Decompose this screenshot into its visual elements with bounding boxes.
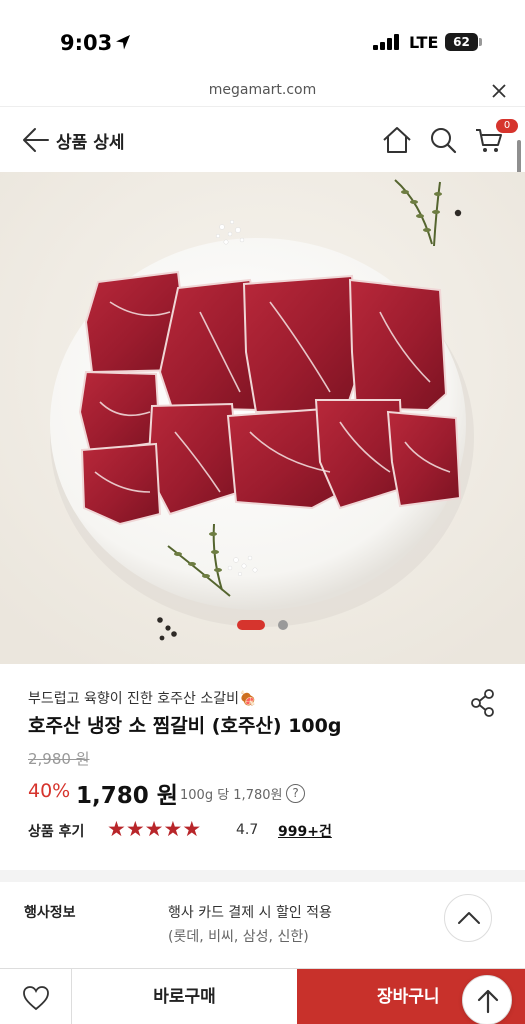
share-icon[interactable] bbox=[469, 688, 497, 718]
page-title: 상품 상세 bbox=[56, 133, 125, 153]
help-icon[interactable]: ? bbox=[286, 784, 305, 803]
star-icon: ★ bbox=[144, 817, 164, 841]
event-description: 행사 카드 결제 시 할인 적용 bbox=[168, 905, 332, 921]
event-info: 행사정보 행사 카드 결제 시 할인 적용 (롯데, 비씨, 삼성, 신한) bbox=[0, 882, 525, 968]
network-type: LTE bbox=[409, 33, 439, 52]
battery-icon: 62 bbox=[445, 33, 478, 51]
home-icon[interactable] bbox=[382, 125, 412, 155]
close-icon[interactable] bbox=[490, 82, 508, 100]
arrow-up-icon bbox=[477, 989, 499, 1014]
star-icon: ★ bbox=[163, 817, 183, 841]
url-text[interactable]: megamart.com bbox=[0, 82, 525, 98]
product-name: 호주산 냉장 소 찜갈비 (호주산) 100g bbox=[28, 715, 342, 737]
location-arrow-icon bbox=[116, 35, 130, 50]
product-info: 부드럽고 육향이 진한 호주산 소갈비🍖 호주산 냉장 소 찜갈비 (호주산) … bbox=[0, 664, 525, 870]
cart-count-badge: 0 bbox=[496, 119, 518, 133]
chevron-up-icon bbox=[458, 912, 480, 924]
product-image[interactable] bbox=[0, 172, 525, 664]
star-icon: ★ bbox=[182, 817, 202, 841]
collapse-button[interactable] bbox=[444, 894, 492, 942]
sale-price: 1,780 원 bbox=[76, 783, 178, 809]
event-cards: (롯데, 비씨, 삼성, 신한) bbox=[168, 929, 309, 945]
product-photo bbox=[0, 172, 525, 664]
search-icon[interactable] bbox=[429, 126, 457, 154]
discount-rate: 40% bbox=[28, 780, 71, 802]
review-count-link[interactable]: 999+건 bbox=[278, 821, 332, 841]
rating-value: 4.7 bbox=[236, 822, 259, 838]
star-icon: ★ bbox=[125, 817, 145, 841]
battery-cap bbox=[479, 38, 482, 46]
signal-icon bbox=[373, 34, 399, 50]
wishlist-button[interactable] bbox=[0, 969, 72, 1024]
bottom-action-bar: 바로구매 장바구니 bbox=[0, 968, 525, 1024]
unit-price: 100g 당 1,780원 bbox=[180, 788, 283, 803]
section-divider bbox=[0, 870, 525, 882]
app-header: 상품 상세 0 bbox=[0, 106, 525, 172]
event-label: 행사정보 bbox=[24, 905, 76, 921]
buy-now-button[interactable]: 바로구매 bbox=[72, 969, 297, 1024]
status-bar: 9:03 LTE 62 bbox=[0, 0, 525, 78]
status-time: 9:03 bbox=[60, 31, 113, 55]
back-arrow-icon[interactable] bbox=[22, 127, 50, 153]
scroll-to-top-button[interactable] bbox=[462, 975, 512, 1024]
carousel-indicator[interactable] bbox=[0, 620, 525, 630]
browser-url-bar: megamart.com bbox=[0, 78, 525, 106]
star-icon: ★ bbox=[107, 817, 126, 841]
original-price: 2,980 원 bbox=[28, 750, 90, 768]
heart-icon bbox=[23, 986, 49, 1011]
review-label: 상품 후기 bbox=[28, 824, 85, 840]
add-to-cart-label: 장바구니 bbox=[377, 987, 440, 1007]
product-subtitle: 부드럽고 육향이 진한 호주산 소갈비🍖 bbox=[28, 691, 257, 707]
scrollbar[interactable] bbox=[517, 140, 521, 174]
rating-stars: ★★★★★ bbox=[107, 818, 201, 840]
